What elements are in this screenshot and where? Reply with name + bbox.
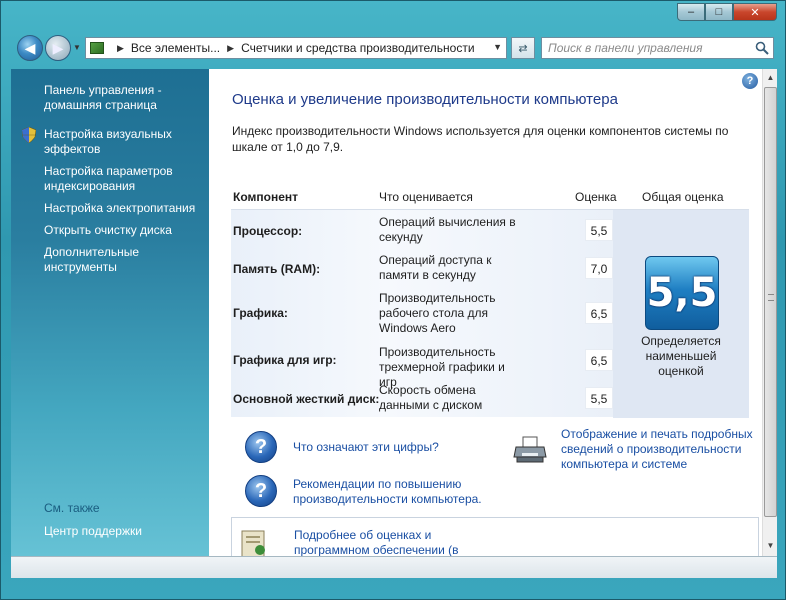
link-recommendations[interactable]: Рекомендации по повышению производительн… [293,477,503,507]
question-icon: ? [245,475,277,507]
page-title: Оценка и увеличение производительности к… [232,91,618,108]
address-bar[interactable]: ▶ Все элементы... ▶ Счетчики и средства … [85,37,507,59]
see-also-heading: См. также [44,501,100,515]
header-component: Компонент [233,190,298,204]
base-score-badge: 5,5 [645,256,719,330]
overall-score-panel: 5,5 Определяется наименьшей оценкой [613,210,749,418]
sidebar-item-home[interactable]: Панель управления - домашняя страница [44,83,174,113]
sidebar-item-visual-effects[interactable]: Настройка визуальных эффектов [22,127,184,157]
maximize-button[interactable]: □ [705,3,733,21]
more-info-panel: Подробнее об оценках и программном обесп… [231,517,759,558]
component-score: 5,5 [585,387,613,409]
shield-icon [22,127,36,143]
component-name: Процессор: [233,224,303,238]
recent-pages-dropdown-icon[interactable]: ▼ [73,43,81,52]
component-desc: Операций вычисления в секунду [379,215,516,244]
certificate-icon [241,530,265,557]
control-panel-icon [90,42,104,54]
breadcrumb-separator-icon[interactable]: ▶ [117,43,124,54]
sidebar-item-advanced-tools[interactable]: Дополнительные инструменты [44,245,164,275]
sidebar-item-power[interactable]: Настройка электропитания [44,201,209,216]
minimize-button[interactable]: – [677,3,705,21]
table-row: Графика: Производительность рабочего сто… [231,290,613,338]
header-overall: Общая оценка [642,190,724,204]
table-row: Память (RAM): Операций доступа к памяти … [231,252,613,286]
sidebar-item-disk-cleanup[interactable]: Открыть очистку диска [44,223,209,238]
refresh-button[interactable]: ⇄ [511,37,535,59]
table-row: Процессор: Операций вычисления в секунду… [231,214,613,248]
sidebar-item-action-center[interactable]: Центр поддержки [44,524,142,538]
arrow-right-icon: ▶ [52,39,64,56]
base-score-value: 5,5 [646,270,718,316]
breadcrumb-separator-icon[interactable]: ▶ [227,43,234,54]
navigation-bar: ◀ ▶ ▼ ▶ Все элементы... ▶ Счетчики и сре… [1,29,786,69]
link-what-numbers-mean[interactable]: Что означают эти цифры? [293,440,439,455]
forward-button[interactable]: ▶ [45,35,71,61]
component-name: Графика: [233,306,288,320]
component-score: 6,5 [585,302,613,324]
component-desc: Производительность рабочего стола для Wi… [379,291,496,335]
component-name: Основной жесткий диск: [233,392,380,406]
table-row: Основной жесткий диск: Скорость обмена д… [231,382,613,416]
breadcrumb-all-items[interactable]: Все элементы... [131,41,220,55]
component-score: 7,0 [585,257,613,279]
help-icon[interactable]: ? [742,73,758,89]
component-desc: Операций доступа к памяти в секунду [379,253,492,282]
header-what: Что оценивается [379,190,473,204]
sidebar-item-label: Настройка визуальных эффектов [44,127,172,156]
link-print-details[interactable]: Отображение и печать подробных сведений … [561,427,757,472]
close-button[interactable]: ✕ [733,3,777,21]
scroll-down-icon[interactable]: ▼ [764,539,777,553]
header-score: Оценка [575,190,617,204]
component-score: 5,5 [585,219,613,241]
status-bar [11,556,777,578]
main-content: ? Оценка и увеличение производительности… [209,69,762,558]
control-panel-window: – □ ✕ ◀ ▶ ▼ ▶ Все элементы... ▶ Счетчики… [0,0,786,600]
score-table: Процессор: Операций вычисления в секунду… [231,209,749,418]
component-desc: Скорость обмена данными с диском [379,383,483,412]
sidebar: Панель управления - домашняя страница На… [11,69,209,556]
caption-buttons: – □ ✕ [677,3,777,21]
search-icon[interactable] [755,41,769,55]
scroll-grip [768,294,774,301]
component-name: Память (RAM): [233,262,321,276]
arrow-left-icon: ◀ [24,39,36,56]
search-input[interactable]: Поиск в панели управления [541,37,774,59]
vertical-scrollbar[interactable]: ▲ ▼ [762,69,777,556]
scroll-thumb[interactable] [764,87,777,517]
link-more-info[interactable]: Подробнее об оценках и программном обесп… [294,528,484,558]
printer-icon [513,436,547,463]
scroll-up-icon[interactable]: ▲ [764,71,777,85]
back-button[interactable]: ◀ [17,35,43,61]
sidebar-item-indexing[interactable]: Настройка параметров индексирования [44,164,184,194]
refresh-icon: ⇄ [518,42,528,55]
page-description: Индекс производительности Windows исполь… [232,124,729,154]
component-name: Графика для игр: [233,353,337,367]
address-dropdown-icon[interactable]: ▼ [493,42,502,52]
table-row: Графика для игр: Производительность трех… [231,344,613,389]
question-icon: ? [245,431,277,463]
breadcrumb-performance[interactable]: Счетчики и средства производительности [241,41,474,55]
component-score: 6,5 [585,349,613,371]
score-table-header: Компонент Что оценивается Оценка Общая о… [231,185,749,209]
search-placeholder: Поиск в панели управления [548,41,703,55]
overall-score-note: Определяется наименьшей оценкой [641,334,721,378]
